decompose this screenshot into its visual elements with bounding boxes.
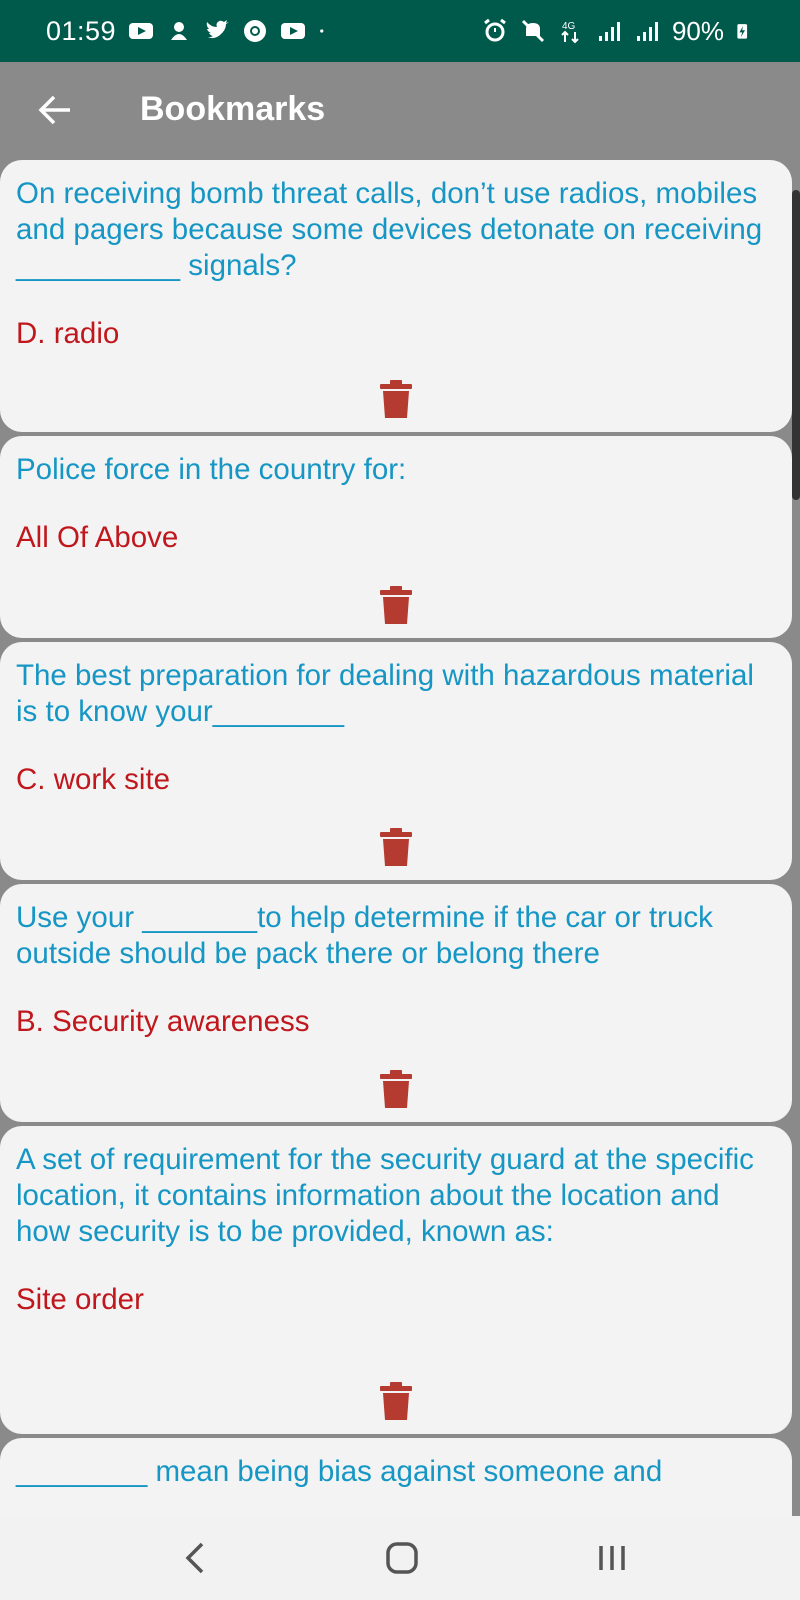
dot-icon [320, 29, 324, 33]
notification-icon [171, 22, 188, 40]
trash-icon[interactable] [380, 586, 412, 624]
bookmark-card[interactable]: On receiving bomb threat calls, don’t us… [0, 160, 792, 432]
bookmark-question: On receiving bomb threat calls, don’t us… [16, 177, 763, 282]
status-time: 01:59 [46, 15, 117, 46]
bookmark-answer: C. work site [16, 763, 171, 796]
signal-icon [636, 22, 658, 41]
youtube-icon [281, 23, 306, 39]
battery-charging-icon [737, 24, 748, 39]
bookmark-answer: All Of Above [16, 521, 179, 554]
mute-icon [521, 19, 545, 43]
trash-icon[interactable] [380, 1070, 412, 1108]
bookmark-card[interactable]: The best preparation for dealing with ha… [0, 642, 792, 880]
nav-back-icon[interactable] [176, 1538, 216, 1578]
alarm-icon [484, 18, 506, 42]
bookmark-answer: B. Security awareness [16, 1005, 310, 1038]
bookmark-card[interactable]: Use your _______to help determine if the… [0, 884, 792, 1122]
trash-icon[interactable] [380, 380, 412, 418]
bookmark-question: ________ mean being bias against someone… [16, 1455, 663, 1488]
bookmark-question: Police force in the country for: [16, 453, 407, 486]
trash-icon[interactable] [380, 828, 412, 866]
bookmark-question: A set of requirement for the security gu… [16, 1143, 754, 1248]
bookmark-list[interactable]: On receiving bomb threat calls, don’t us… [0, 160, 800, 1516]
nav-bar [0, 1516, 800, 1600]
app-bar: Bookmarks [0, 62, 800, 160]
status-bar: 01:59 4G 90% [0, 0, 800, 62]
bookmark-card[interactable]: ________ mean being bias against someone… [0, 1438, 792, 1516]
bookmark-question: Use your _______to help determine if the… [16, 901, 713, 970]
scrollbar[interactable] [792, 190, 800, 500]
trash-icon[interactable] [380, 1382, 412, 1420]
arrow-left-icon[interactable] [36, 90, 76, 130]
bookmark-card[interactable]: A set of requirement for the security gu… [0, 1126, 792, 1434]
status-right: 4G 90% [482, 16, 754, 47]
chrome-icon [244, 20, 267, 42]
nav-recents-icon[interactable] [592, 1538, 632, 1578]
bookmark-question: The best preparation for dealing with ha… [16, 659, 754, 728]
battery-percent: 90% [671, 15, 724, 46]
status-left: 01:59 [46, 16, 332, 47]
bookmark-answer: Site order [16, 1283, 144, 1316]
nav-home-icon[interactable] [382, 1538, 422, 1578]
signal-icon [598, 22, 620, 41]
page-title: Bookmarks [140, 90, 326, 128]
svg-text:4G: 4G [562, 21, 576, 32]
4g-icon: 4G [561, 21, 579, 44]
bookmark-answer: D. radio [16, 317, 120, 350]
bookmark-card[interactable]: Police force in the country for: All Of … [0, 436, 792, 638]
twitter-icon [206, 20, 230, 39]
youtube-icon [129, 23, 154, 39]
